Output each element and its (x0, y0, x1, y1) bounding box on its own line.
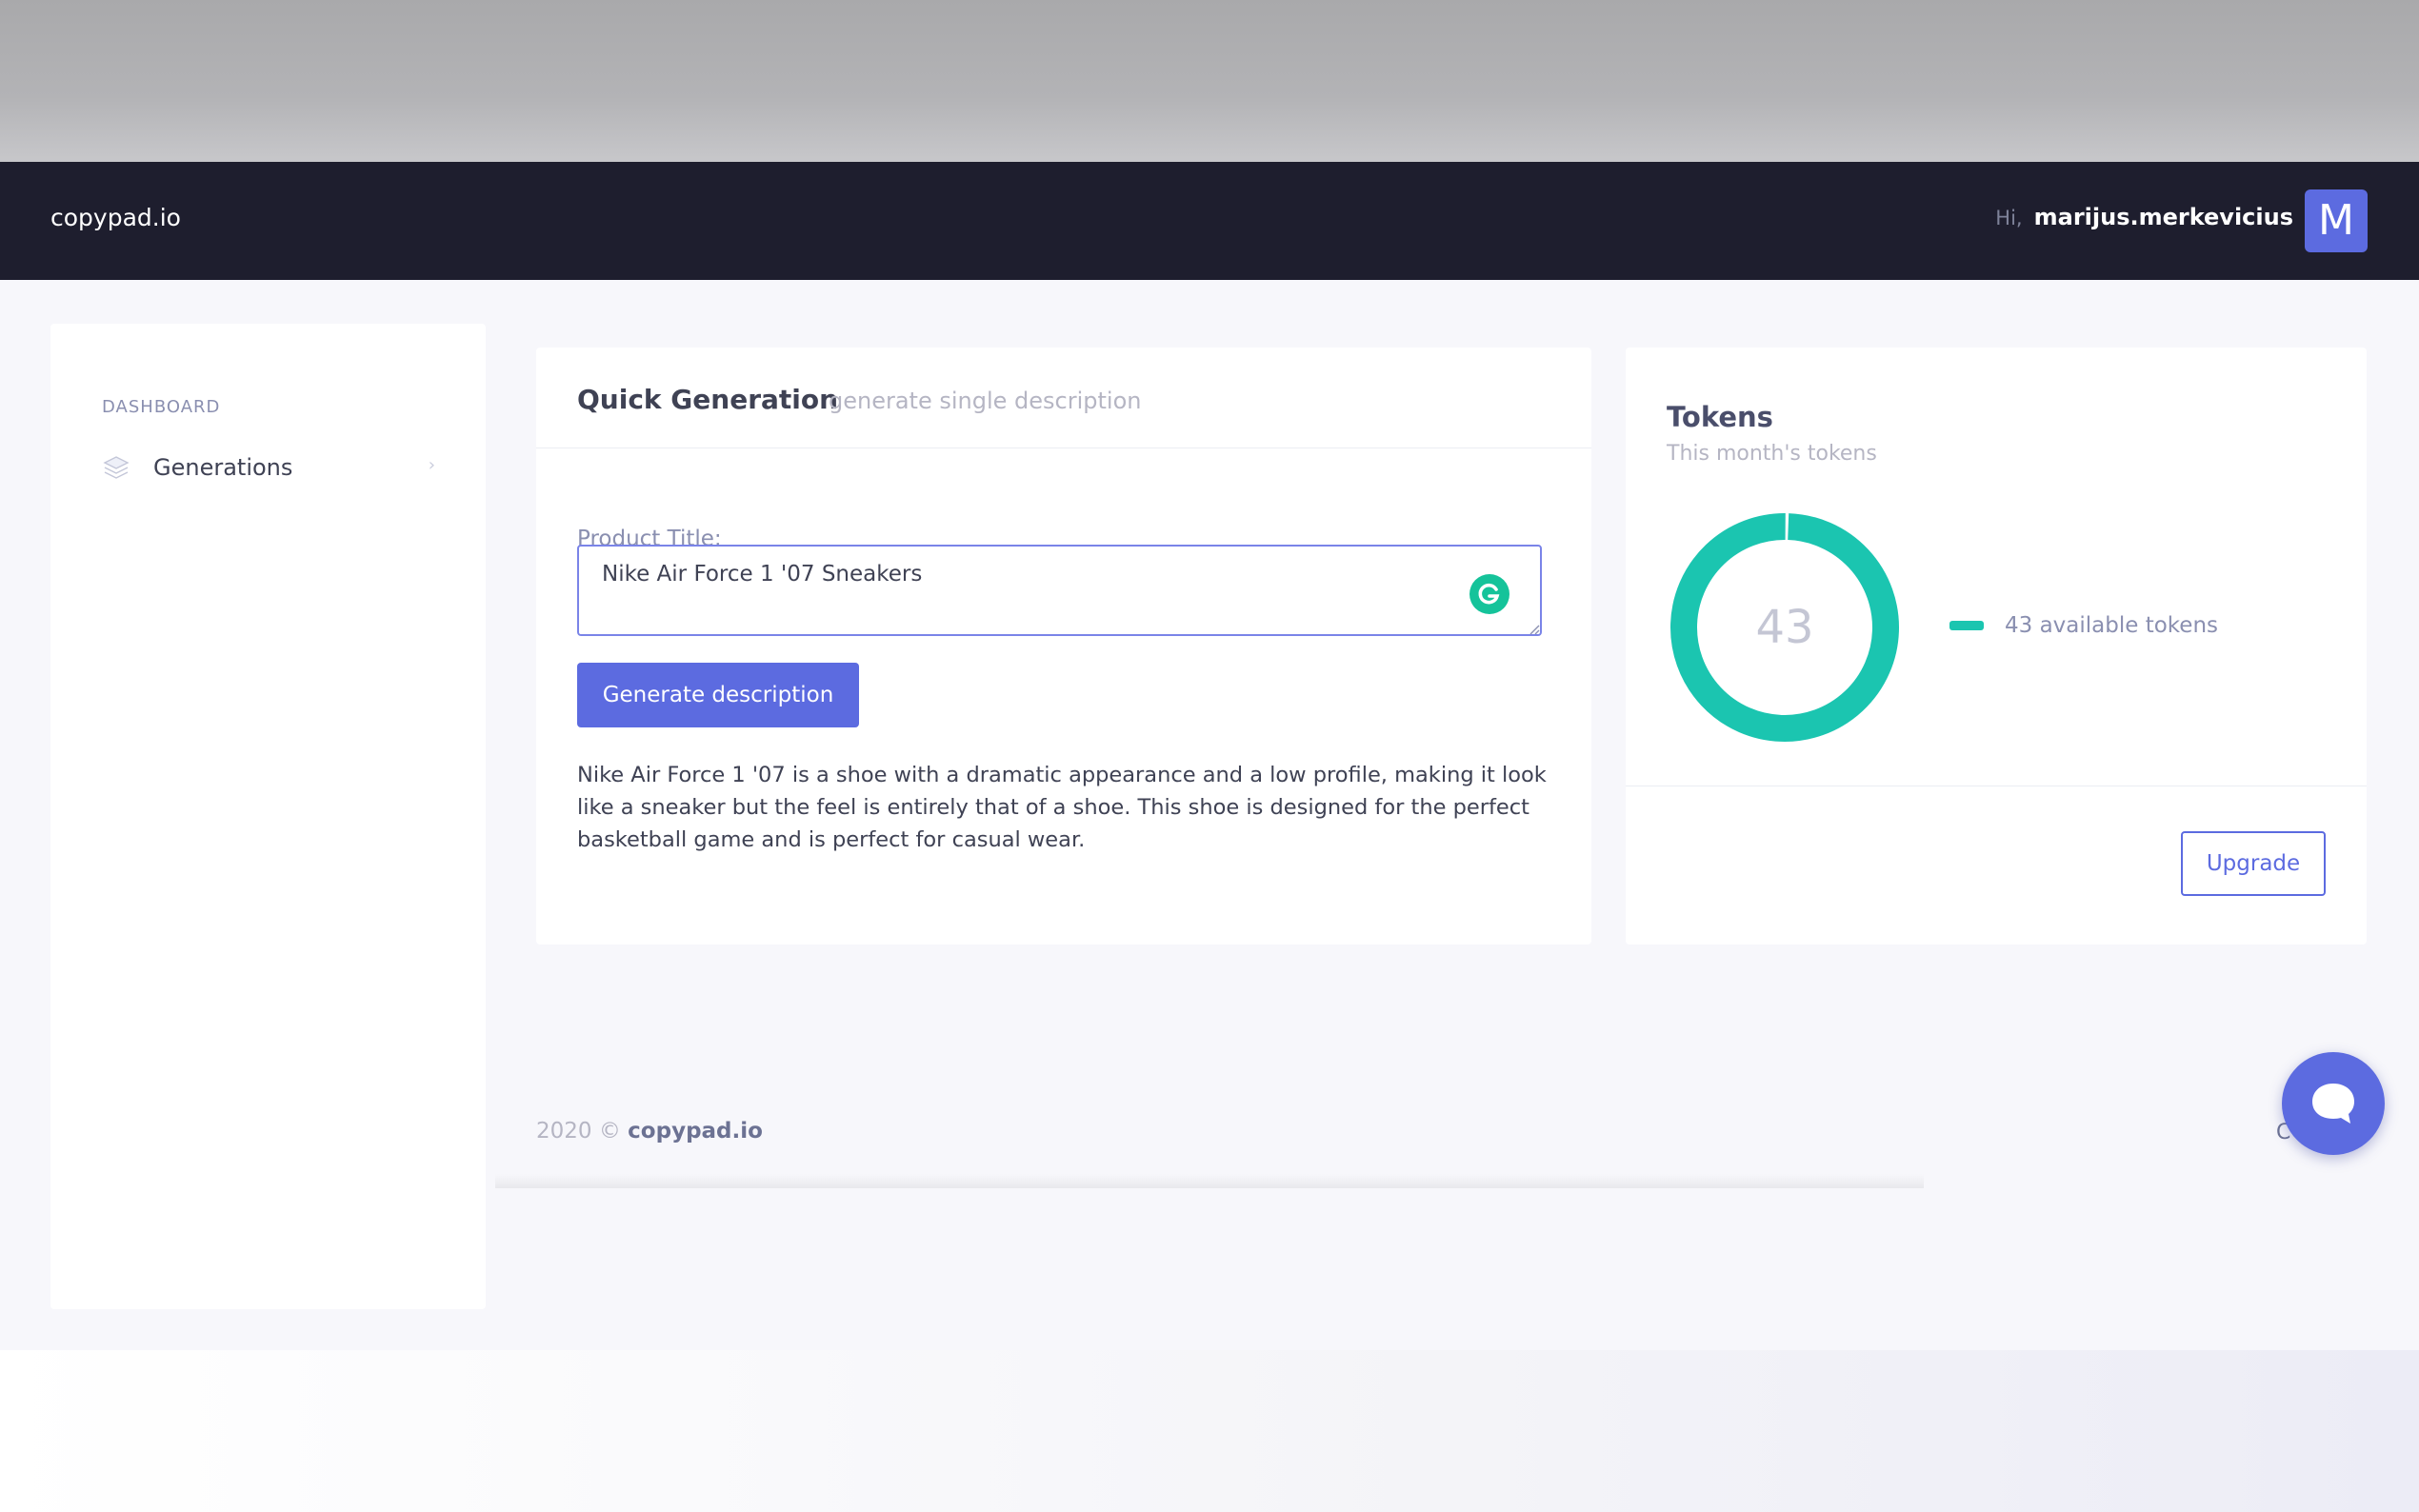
app-window: copypad.io Hi, marijus.merkevicius M DASH… (0, 162, 2419, 1350)
top-navbar: copypad.io Hi, marijus.merkevicius M (0, 162, 2419, 280)
legend-label: 43 available tokens (2005, 613, 2219, 638)
resize-grip-icon[interactable] (1529, 624, 1540, 635)
footer-brand-link[interactable]: copypad.io (628, 1119, 763, 1144)
footer-year: 2020 © (536, 1119, 621, 1144)
legend-swatch (1949, 621, 1984, 630)
tokens-subtitle: This month's tokens (1667, 442, 1877, 466)
sidebar-item-generations[interactable]: Generations › (102, 444, 435, 491)
username[interactable]: marijus.merkevicius (2034, 204, 2293, 230)
chat-widget-button[interactable] (2282, 1052, 2385, 1155)
layers-icon (103, 456, 130, 479)
card-header: Quick Generation generate single descrip… (536, 348, 1591, 448)
user-greeting: Hi, marijus.merkevicius (1995, 204, 2293, 230)
browser-backdrop-bottom (0, 1350, 2419, 1512)
greeting-hi: Hi, (1995, 207, 2023, 229)
generated-description: Nike Air Force 1 '07 is a shoe with a dr… (577, 763, 1547, 852)
card-title: Quick Generation (577, 384, 839, 415)
grammarly-icon[interactable] (1469, 573, 1510, 615)
tokens-card: Tokens This month's tokens 43 43 availab… (1626, 348, 2367, 945)
chat-bubble-icon (2312, 1084, 2354, 1124)
tokens-legend: 43 available tokens (1949, 613, 2218, 638)
product-title-input[interactable]: Nike Air Force 1 '07 Sneakers (577, 545, 1542, 636)
sidebar: DASHBOARD Generations › (50, 324, 486, 1309)
card-subtitle: generate single description (829, 388, 1142, 414)
avatar[interactable]: M (2305, 189, 2368, 252)
tokens-donut-chart: 43 (1670, 513, 1899, 742)
sidebar-item-label: Generations (153, 454, 293, 481)
footer: 2020 © copypad.io (536, 1119, 763, 1144)
tokens-title: Tokens (1667, 401, 1773, 433)
footer-shadow (495, 1174, 1924, 1188)
quick-generation-card: Quick Generation generate single descrip… (536, 348, 1591, 945)
brand-logo[interactable]: copypad.io (50, 204, 181, 231)
generate-description-button[interactable]: Generate description (577, 663, 859, 727)
upgrade-button[interactable]: Upgrade (2181, 831, 2326, 896)
chevron-right-icon: › (428, 455, 435, 475)
browser-backdrop-top (0, 0, 2419, 162)
tokens-count: 43 (1755, 601, 1813, 654)
sidebar-section-title: DASHBOARD (102, 397, 221, 417)
